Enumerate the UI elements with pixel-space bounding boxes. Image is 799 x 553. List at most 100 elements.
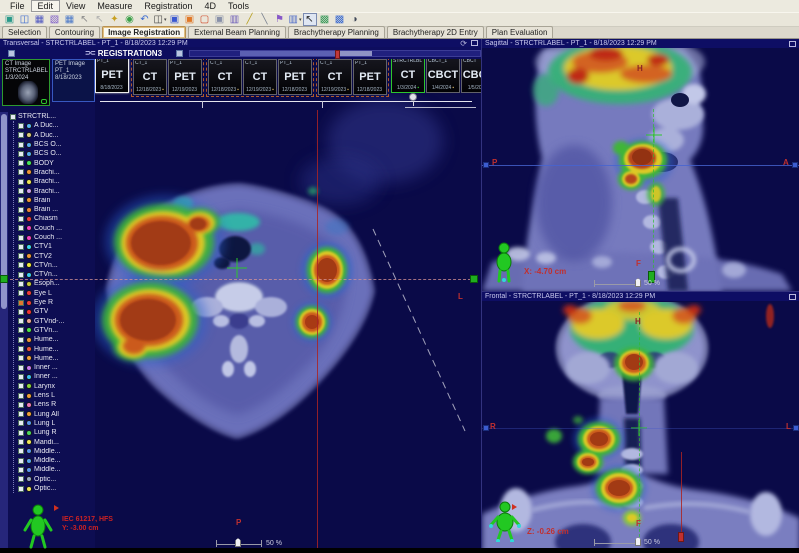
structure-checkbox[interactable] <box>18 244 24 250</box>
structure-row[interactable]: Hume... <box>18 344 95 353</box>
toolbar-icon[interactable]: ◫▾ <box>153 13 167 26</box>
structure-row[interactable]: Larynx <box>18 382 95 391</box>
toolbar-icon[interactable]: ▣ <box>3 13 17 26</box>
structure-row[interactable]: Chiasm <box>18 214 95 223</box>
toolbar-icon[interactable]: ▩ <box>333 13 347 26</box>
zoom-slider[interactable] <box>594 280 640 287</box>
menu-item[interactable]: Measure <box>91 1 138 11</box>
structure-row[interactable]: A Duc... <box>18 121 95 130</box>
zoom-slider[interactable] <box>594 539 640 546</box>
secondary-slice-line[interactable] <box>681 452 682 535</box>
structure-checkbox[interactable] <box>18 225 24 231</box>
structure-row[interactable]: BODY <box>18 158 95 167</box>
structure-row[interactable]: Hume... <box>18 354 95 363</box>
acquisition-timeline[interactable] <box>95 97 481 110</box>
structure-row[interactable]: A Duc... <box>18 131 95 140</box>
toolbar-icon[interactable]: ◫ <box>18 13 32 26</box>
sagittal-slice-line[interactable] <box>639 312 640 542</box>
toolbar-icon[interactable]: ↶ <box>138 13 152 26</box>
structure-row[interactable]: Optic... <box>18 475 95 484</box>
structure-checkbox[interactable] <box>18 383 24 389</box>
toolbar-icon[interactable]: ╲ <box>258 13 272 26</box>
structure-row[interactable]: GTVnd-... <box>18 317 95 326</box>
registration-timeline-bar[interactable] <box>189 50 481 57</box>
structure-row[interactable]: Middle... <box>18 447 95 456</box>
workspace-tab[interactable]: Contouring <box>49 26 100 38</box>
horizontal-slice-line[interactable] <box>10 279 471 280</box>
zoom-slider[interactable] <box>216 540 262 547</box>
toolbar-icon[interactable]: ▦ <box>33 13 47 26</box>
structure-checkbox[interactable] <box>18 430 24 436</box>
structure-row[interactable]: GTV <box>18 307 95 316</box>
structure-checkbox[interactable] <box>18 411 24 417</box>
toolbar-icon[interactable]: ◉ <box>123 13 137 26</box>
structure-row[interactable]: Eye R <box>18 298 95 307</box>
structure-checkbox[interactable] <box>18 393 24 399</box>
slice-line-handle-right[interactable] <box>793 425 799 431</box>
workspace-tab[interactable]: External Beam Planning <box>188 26 286 38</box>
structure-row[interactable]: CTVn... <box>18 261 95 270</box>
structure-checkbox[interactable] <box>18 281 24 287</box>
structure-root-checkbox[interactable] <box>10 114 16 120</box>
structure-checkbox[interactable] <box>18 355 24 361</box>
toolbar-icon[interactable]: ↖ <box>93 13 107 26</box>
structure-row[interactable]: Brain <box>18 196 95 205</box>
series-cell[interactable]: PT_1PET12/18/2023 <box>353 59 387 95</box>
structure-row[interactable]: Couch ... <box>18 233 95 242</box>
series-cell[interactable]: CBCTCBCT1/5/2024 <box>461 57 481 93</box>
structure-row[interactable]: Hume... <box>18 335 95 344</box>
structure-checkbox[interactable] <box>18 142 24 148</box>
menu-item[interactable]: Edit <box>31 0 61 12</box>
structure-checkbox[interactable] <box>18 207 24 213</box>
structure-checkbox[interactable] <box>18 262 24 268</box>
structure-checkbox[interactable] <box>18 374 24 380</box>
menu-item[interactable]: Tools <box>222 1 255 11</box>
timeline-pin-icon[interactable] <box>409 93 417 101</box>
toolbar-icon[interactable]: ▥ <box>228 13 242 26</box>
structure-row[interactable]: Brachi... <box>18 168 95 177</box>
structure-row[interactable]: Inner ... <box>18 363 95 372</box>
slice-line-handle-left[interactable] <box>483 425 489 431</box>
transversal-slice-line[interactable] <box>482 428 799 429</box>
restore-window-icon[interactable] <box>789 294 796 300</box>
structure-checkbox[interactable] <box>18 309 24 315</box>
structure-row[interactable]: Optic... <box>18 484 95 493</box>
structure-row[interactable]: Brain ... <box>18 205 95 214</box>
toolbar-icon[interactable]: ↖ <box>303 13 317 26</box>
structure-checkbox[interactable] <box>18 346 24 352</box>
structure-row[interactable]: Brachi... <box>18 177 95 186</box>
series-cell[interactable]: CT_1CT12/19/2023▪ <box>318 59 352 95</box>
workspace-tab[interactable]: Brachytherapy 2D Entry <box>387 26 484 38</box>
structure-checkbox[interactable] <box>18 365 24 371</box>
sync-icon[interactable]: ⟳ <box>460 40 467 47</box>
toolbar-icon[interactable]: ▣ <box>183 13 197 26</box>
registration-checkbox[interactable] <box>8 50 15 57</box>
structure-list-scrollbar[interactable] <box>0 112 8 553</box>
menu-item[interactable]: Registration <box>138 1 198 11</box>
workspace-tab[interactable]: Plan Evaluation <box>486 26 554 38</box>
structure-row[interactable]: Mandi... <box>18 437 95 446</box>
transversal-slice-line[interactable] <box>482 165 799 166</box>
structure-checkbox[interactable] <box>18 318 24 324</box>
slice-line-handle-right[interactable] <box>792 162 798 168</box>
structure-row[interactable]: Middle... <box>18 456 95 465</box>
slice-marker-red[interactable] <box>678 532 684 542</box>
pet-image-card[interactable]: PET Image PT_1 8/18/2023 <box>52 59 95 102</box>
toolbar-icon[interactable]: ▥▾ <box>288 13 302 26</box>
structure-row[interactable]: CTV1 <box>18 242 95 251</box>
structure-checkbox[interactable] <box>18 448 24 454</box>
menu-item[interactable]: View <box>60 1 91 11</box>
series-cell[interactable]: PT_1PET12/18/2023 <box>278 59 312 95</box>
structure-checkbox[interactable] <box>18 458 24 464</box>
toolbar-icon[interactable]: ╱ <box>243 13 257 26</box>
structure-checkbox[interactable] <box>18 467 24 473</box>
structure-row[interactable]: Lung All <box>18 410 95 419</box>
structure-row[interactable]: CTV2 <box>18 251 95 260</box>
workspace-tab[interactable]: Image Registration <box>102 26 186 38</box>
structure-checkbox[interactable] <box>18 132 24 138</box>
structure-checkbox[interactable] <box>18 188 24 194</box>
structure-row[interactable]: Lung L <box>18 419 95 428</box>
toolbar-icon[interactable]: ▦ <box>63 13 77 26</box>
transversal-ct-pet-image[interactable] <box>95 59 481 553</box>
structure-checkbox[interactable] <box>18 300 24 306</box>
